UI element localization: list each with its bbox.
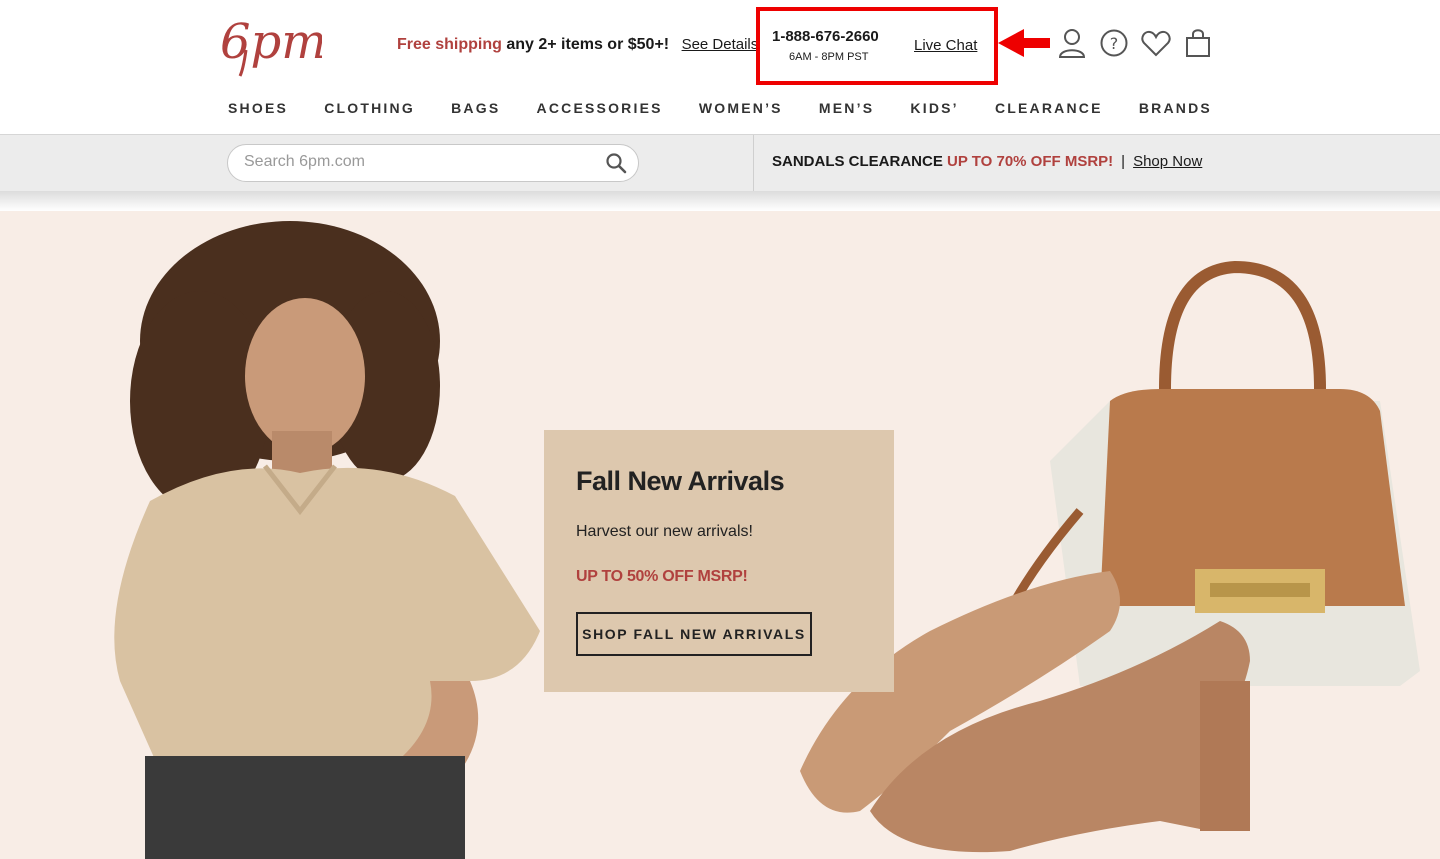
search-box — [227, 144, 639, 182]
svg-text:?: ? — [1110, 34, 1119, 53]
hero-banner[interactable]: Fall New Arrivals Harvest our new arriva… — [0, 211, 1440, 859]
svg-text:6pm: 6pm — [220, 14, 322, 70]
nav-clothing[interactable]: CLOTHING — [324, 100, 415, 120]
support-hours: 6AM - 8PM PST — [789, 51, 869, 63]
heart-icon[interactable] — [1139, 26, 1173, 60]
sandals-sale-banner: SANDALS CLEARANCE UP TO 70% OFF MSRP! | Sh… — [772, 153, 1202, 170]
contact-box: 1-888-676-2660 6AM - 8PM PST Live Chat — [756, 7, 998, 85]
nav-mens[interactable]: MEN’S — [819, 100, 874, 120]
shop-fall-new-arrivals-button[interactable]: SHOP FALL NEW ARRIVALS — [576, 612, 812, 656]
strip-shadow — [0, 191, 1440, 211]
free-shipping-label: Free shipping — [397, 36, 502, 53]
search-strip: SANDALS CLEARANCE UP TO 70% OFF MSRP! | Sh… — [0, 135, 1440, 191]
nav-kids[interactable]: KIDS’ — [910, 100, 958, 120]
live-chat-link[interactable]: Live Chat — [914, 37, 977, 54]
see-details-link[interactable]: See Details — [682, 36, 759, 53]
account-icon[interactable] — [1055, 26, 1089, 60]
sale-offer: UP TO 70% OFF MSRP! — [947, 153, 1114, 170]
red-arrow-annotation-icon — [998, 29, 1050, 57]
search-input[interactable] — [242, 152, 586, 172]
sale-separator: | — [1121, 153, 1126, 170]
shop-now-link[interactable]: Shop Now — [1133, 153, 1202, 170]
promo-card: Fall New Arrivals Harvest our new arriva… — [544, 430, 894, 692]
nav-bags[interactable]: BAGS — [451, 100, 500, 120]
nav-shoes[interactable]: SHOES — [228, 100, 288, 120]
cart-icon[interactable] — [1181, 26, 1215, 60]
site-header: 6pm Free shipping any 2+ items or $50+! … — [0, 0, 1440, 135]
main-nav: SHOES CLOTHING BAGS ACCESSORIES WOMEN’S … — [228, 100, 1212, 120]
free-shipping-terms: any 2+ items or $50+! — [501, 36, 670, 53]
nav-accessories[interactable]: ACCESSORIES — [537, 100, 663, 120]
promo-offer: UP TO 50% OFF MSRP! — [576, 568, 748, 585]
model-photo — [114, 221, 541, 859]
promo-title: Fall New Arrivals — [576, 466, 785, 496]
nav-brands[interactable]: BRANDS — [1139, 100, 1212, 120]
help-icon[interactable]: ? — [1097, 26, 1131, 60]
sale-lead: SANDALS CLEARANCE — [772, 153, 943, 170]
nav-clearance[interactable]: CLEARANCE — [995, 100, 1103, 120]
strip-divider — [753, 135, 754, 191]
6pm-logo[interactable]: 6pm — [220, 12, 322, 78]
promo-subtitle: Harvest our new arrivals! — [576, 523, 753, 540]
phone-number[interactable]: 1-888-676-2660 — [772, 28, 879, 45]
nav-womens[interactable]: WOMEN’S — [699, 100, 783, 120]
free-shipping-promo: Free shipping any 2+ items or $50+! See … — [397, 36, 758, 54]
search-icon[interactable] — [605, 152, 627, 174]
